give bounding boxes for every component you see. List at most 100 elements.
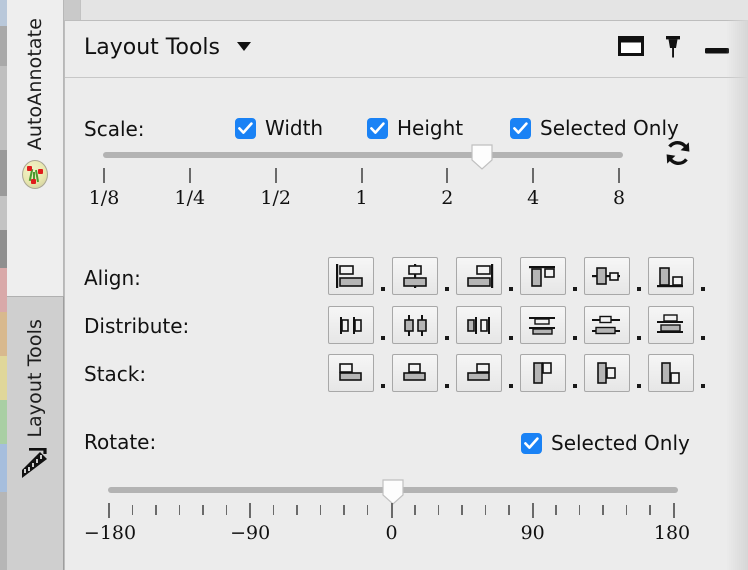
separator-dot — [509, 336, 513, 340]
checkbox-box[interactable] — [235, 118, 256, 139]
separator-dot — [509, 384, 513, 388]
scale-slider-thumb[interactable] — [470, 144, 494, 170]
separator-dot — [509, 287, 513, 291]
align-center-horizontal-button[interactable] — [392, 257, 438, 295]
pin-icon[interactable] — [662, 35, 684, 59]
sidebar-tab-autoannotate-label: AutoAnnotate — [26, 18, 45, 150]
scale-tick-label: 1/4 — [175, 187, 206, 209]
distribute-center-h-icon — [397, 311, 433, 339]
stack-v-center-icon — [397, 359, 433, 387]
stack-h-bottom-button[interactable] — [648, 354, 694, 392]
scale-width-label: Width — [265, 116, 323, 140]
rotate-tick-label: −180 — [84, 522, 136, 544]
align-label: Align: — [84, 266, 141, 290]
separator-dot — [701, 384, 705, 388]
separator-dot — [381, 384, 385, 388]
rotate-slider-thumb[interactable] — [381, 479, 405, 505]
distribute-center-h-button[interactable] — [392, 306, 438, 344]
rotate-tick-label: 180 — [654, 522, 690, 544]
checkbox-box[interactable] — [367, 118, 388, 139]
panel-body: Layout Tools Scale: — [64, 20, 748, 570]
scale-tick-label: 2 — [441, 187, 453, 209]
toolbar-color-strip — [0, 0, 7, 570]
rotate-label: Rotate: — [84, 430, 156, 454]
distribute-center-v-button[interactable] — [584, 306, 630, 344]
scale-tick-label: 4 — [527, 187, 539, 209]
separator-dot — [637, 287, 641, 291]
separator-dot — [637, 336, 641, 340]
align-top-button[interactable] — [520, 257, 566, 295]
separator-dot — [637, 384, 641, 388]
scale-tick-label: 1/2 — [260, 187, 291, 209]
distribute-left-button[interactable] — [328, 306, 374, 344]
separator-dot — [445, 384, 449, 388]
rotate-selected-only-label: Selected Only — [551, 431, 690, 455]
window-icon[interactable] — [618, 35, 644, 57]
stack-v-right-button[interactable] — [456, 354, 502, 392]
separator-dot — [573, 384, 577, 388]
distribute-left-icon — [333, 311, 369, 339]
separator-dot — [381, 336, 385, 340]
align-left-icon — [333, 262, 369, 290]
rotate-tick-label: 90 — [521, 522, 545, 544]
stack-h-middle-icon — [589, 359, 625, 387]
scale-selected-only-checkbox[interactable]: Selected Only — [510, 116, 679, 140]
rotate-slider-ticks: −180 −90 0 90 180 — [108, 503, 678, 555]
align-bottom-button[interactable] — [648, 257, 694, 295]
panel-titlebar: Layout Tools — [65, 21, 748, 78]
align-center-h-icon — [397, 262, 433, 290]
sidebar-tab-layout-tools[interactable]: Layout Tools — [7, 296, 64, 570]
stack-v-left-icon — [333, 359, 369, 387]
layout-tools-panel: Layout Tools Scale: — [64, 0, 748, 570]
distribute-top-button[interactable] — [520, 306, 566, 344]
stack-h-top-icon — [525, 359, 561, 387]
separator-dot — [573, 336, 577, 340]
page-title: Layout Tools — [84, 35, 220, 60]
layout-tools-window: AutoAnnotate Layout Tools — [0, 0, 748, 570]
chevron-down-icon[interactable] — [237, 42, 251, 51]
scale-selected-only-label: Selected Only — [540, 116, 679, 140]
checkbox-box[interactable] — [521, 433, 542, 454]
ruler-icon — [20, 448, 50, 484]
sidebar-tab-autoannotate[interactable]: AutoAnnotate — [7, 0, 64, 296]
distribute-bottom-button[interactable] — [648, 306, 694, 344]
rotate-tick-label: −90 — [230, 522, 270, 544]
scale-label: Scale: — [84, 117, 145, 141]
checkbox-box[interactable] — [510, 118, 531, 139]
stack-v-left-button[interactable] — [328, 354, 374, 392]
separator-dot — [445, 336, 449, 340]
align-bottom-icon — [653, 262, 689, 290]
align-right-icon — [461, 262, 497, 290]
scale-tick-label: 1 — [355, 187, 367, 209]
align-middle-v-icon — [589, 262, 625, 290]
scale-slider-ticks: 1/8 1/4 1/2 1 2 4 8 — [103, 168, 623, 220]
align-left-button[interactable] — [328, 257, 374, 295]
autoannotate-icon — [22, 160, 48, 189]
minimize-icon[interactable] — [703, 35, 731, 57]
align-right-button[interactable] — [456, 257, 502, 295]
stack-v-center-button[interactable] — [392, 354, 438, 392]
stack-h-top-button[interactable] — [520, 354, 566, 392]
scale-slider-track[interactable] — [103, 152, 623, 158]
separator-dot — [573, 287, 577, 291]
scale-tick-label: 8 — [613, 187, 625, 209]
rotate-tick-label: 0 — [385, 522, 397, 544]
distribute-right-button[interactable] — [456, 306, 502, 344]
separator-dot — [701, 287, 705, 291]
sidebar-tab-layout-tools-label: Layout Tools — [26, 319, 45, 438]
panel-top-gutter — [64, 0, 748, 20]
stack-v-right-icon — [461, 359, 497, 387]
scale-height-checkbox[interactable]: Height — [367, 116, 463, 140]
stack-h-middle-button[interactable] — [584, 354, 630, 392]
distribute-bottom-icon — [653, 311, 689, 339]
refresh-icon[interactable] — [663, 138, 693, 168]
distribute-label: Distribute: — [84, 314, 189, 338]
rotate-selected-only-checkbox[interactable]: Selected Only — [521, 431, 690, 455]
distribute-center-v-icon — [589, 311, 625, 339]
scale-width-checkbox[interactable]: Width — [235, 116, 323, 140]
distribute-right-icon — [461, 311, 497, 339]
separator-dot — [701, 336, 705, 340]
scale-tick-label: 1/8 — [89, 187, 120, 209]
ruler-icon-svg — [20, 448, 50, 480]
align-middle-vertical-button[interactable] — [584, 257, 630, 295]
